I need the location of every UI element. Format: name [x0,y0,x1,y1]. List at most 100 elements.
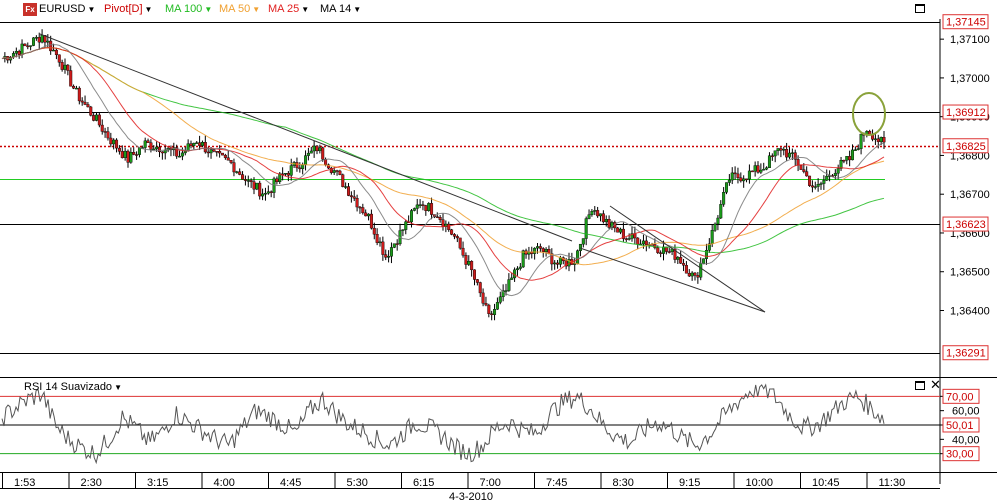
candle-body [836,168,840,174]
time-tick-label: 1:53 [14,477,35,489]
candle-body [690,272,694,277]
rsi-title-label: RSI 14 Suavizado [24,381,113,393]
candle-body [447,223,451,230]
date-label: 4-3-2010 [449,491,493,503]
candle-body [627,238,631,240]
candle-body [785,149,789,158]
rsi-level-tag-label: 30,00 [946,449,974,461]
candle-body [94,114,98,121]
candle-body [504,290,508,292]
ma25-line [1,47,885,281]
channel-upper-line [609,205,766,313]
pivot-dropdown-arrow-icon: ▼ [144,5,153,14]
candle-body [805,171,809,177]
rsi-indicator-menu[interactable]: RSI 14 Suavizado ▼ [24,381,122,394]
price-level-tag-label: 1,36825 [946,141,986,153]
candle-body [851,149,855,161]
ma50-dropdown-arrow-icon: ▼ [252,5,261,14]
rsi-close-icon[interactable]: ✕ [930,378,941,392]
price-level-tag-label: 1,37145 [946,17,986,29]
candle-body [52,49,56,52]
candle-body [747,170,751,180]
candle-body [796,159,800,166]
candle-body [341,174,345,187]
candle-body [839,160,843,169]
time-tick-label: 8:30 [613,477,634,489]
candle-body [189,143,193,146]
rsi-maximize-icon[interactable] [915,381,925,390]
candle-body [66,64,70,71]
candle-body [538,246,542,249]
pivot-label: Pivot[D] [104,3,143,15]
candle-body [375,234,379,243]
candle-body [736,173,740,178]
candle-body [83,101,87,105]
candle-body [17,50,21,55]
candle-body [710,230,714,245]
candle-body [510,277,514,280]
candle-body [384,254,388,258]
time-tick-label: 2:30 [81,477,102,489]
ma14-indicator-menu[interactable]: MA 14 ▼ [320,3,361,16]
candle-body [349,195,353,197]
maximize-chart-icon[interactable] [915,4,925,13]
candle-body [842,160,846,162]
candle-body [601,213,605,223]
symbol-dropdown-arrow-icon: ▼ [87,5,96,14]
ma25-dropdown-arrow-icon: ▼ [301,5,310,14]
time-tick-label: 6:15 [413,477,434,489]
candle-body [682,263,686,266]
candle-body [137,147,141,155]
ma14-line [1,44,885,297]
candle-body [773,150,777,157]
ma50-indicator-menu[interactable]: MA 50 ▼ [219,3,260,16]
pivot-indicator-menu[interactable]: Pivot[D] ▼ [104,3,152,16]
candle-body [762,168,766,171]
candle-body [770,155,774,157]
symbol-selector[interactable]: EURUSD ▼ [39,3,95,16]
candle-body [100,124,104,132]
candle-body [430,203,434,215]
ma100-label: MA 100 [165,3,203,15]
candle-body [318,147,322,152]
candle-body [109,137,113,145]
candle-body [92,115,96,121]
candle-body [498,296,502,303]
candle-body [722,192,726,205]
ma14-label: MA 14 [320,3,352,15]
candle-body [54,49,58,56]
price-level-tag: 1,36825 [942,138,989,154]
candle-body [198,142,202,146]
candle-body [60,62,64,70]
candle-body [822,180,826,184]
candle-body [484,303,488,306]
candle-body [249,180,253,182]
candle-body [103,131,107,133]
rsi-tick-label: 60,00 [952,406,980,418]
price-tick-label: 1,36500 [950,267,990,279]
ma25-indicator-menu[interactable]: MA 25 ▼ [268,3,309,16]
candle-body [387,256,391,258]
fx-logo: Fx [23,3,37,16]
candle-body [412,208,416,211]
candle-body [117,147,121,152]
candle-body [378,241,382,244]
candle-body [873,138,877,140]
candle-body [475,279,479,283]
candle-body [258,182,262,197]
candle-body [745,178,749,181]
candle-body [458,237,462,249]
ma100-indicator-menu[interactable]: MA 100 ▼ [165,3,212,16]
candle-body [558,257,562,265]
candle-body [756,165,760,173]
candle-body [410,210,414,223]
candle-body [536,246,540,249]
candle-body [813,186,817,188]
candle-body [676,257,680,260]
candle-body [515,268,519,271]
candle-body [461,247,465,256]
time-tick-label: 10:45 [812,477,840,489]
candle-body [782,149,786,151]
price-tick-label: 1,36400 [950,305,990,317]
candle-body [338,170,342,175]
